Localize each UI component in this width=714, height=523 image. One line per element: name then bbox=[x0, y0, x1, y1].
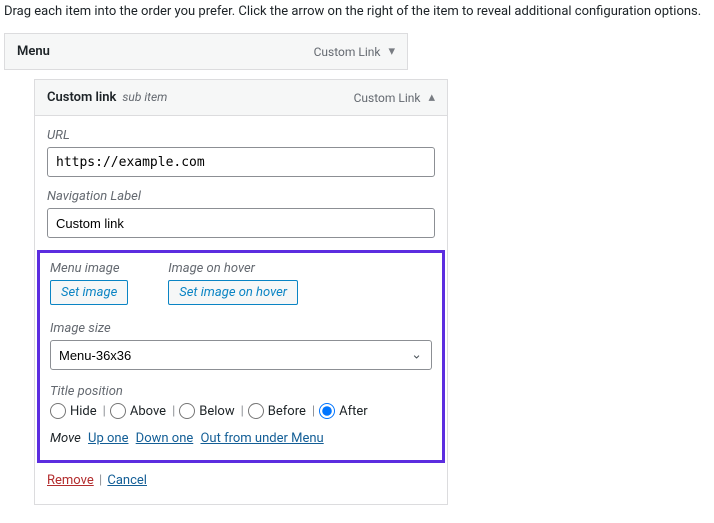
hover-image-label: Image on hover bbox=[168, 261, 298, 276]
radio-before[interactable] bbox=[248, 403, 264, 419]
parent-title: Menu bbox=[17, 44, 314, 59]
move-line: Move Up one Down one Out from under Menu bbox=[50, 431, 432, 446]
move-out-link[interactable]: Out from under Menu bbox=[200, 431, 323, 446]
chevron-down-icon[interactable]: ▾ bbox=[388, 44, 395, 59]
image-size-label: Image size bbox=[50, 321, 432, 336]
nav-label-input[interactable] bbox=[47, 208, 435, 238]
child-subtitle: sub item bbox=[122, 90, 167, 104]
image-size-select[interactable]: Menu-36x36 bbox=[50, 340, 432, 370]
url-input[interactable] bbox=[47, 147, 435, 177]
instructions-text: Drag each item into the order you prefer… bbox=[4, 4, 710, 19]
radio-below[interactable] bbox=[179, 403, 195, 419]
remove-link[interactable]: Remove bbox=[47, 473, 94, 488]
menu-item-child: Custom linksub item Custom Link ▴ URL Na… bbox=[34, 79, 448, 505]
separator: | bbox=[99, 473, 102, 488]
title-position-label: Title position bbox=[50, 384, 432, 399]
move-up-link[interactable]: Up one bbox=[88, 431, 128, 446]
set-hover-image-button[interactable]: Set image on hover bbox=[168, 280, 298, 305]
url-label: URL bbox=[47, 128, 435, 143]
radio-after[interactable] bbox=[319, 403, 335, 419]
title-position-radios: Hide| Above| Below| Before| After bbox=[50, 403, 432, 419]
radio-hide[interactable] bbox=[50, 403, 66, 419]
set-image-button[interactable]: Set image bbox=[50, 280, 128, 305]
menu-image-label: Menu image bbox=[50, 261, 128, 276]
menu-item-parent[interactable]: Menu Custom Link ▾ bbox=[4, 33, 408, 70]
child-title: Custom linksub item bbox=[47, 90, 354, 105]
nav-label-label: Navigation Label bbox=[47, 189, 435, 204]
parent-type: Custom Link bbox=[314, 45, 381, 59]
move-down-link[interactable]: Down one bbox=[136, 431, 194, 446]
cancel-link[interactable]: Cancel bbox=[107, 473, 147, 488]
chevron-up-icon[interactable]: ▴ bbox=[428, 90, 435, 105]
child-header[interactable]: Custom linksub item Custom Link ▴ bbox=[35, 80, 447, 116]
radio-above[interactable] bbox=[110, 403, 126, 419]
child-type: Custom Link bbox=[354, 91, 421, 105]
menu-image-settings: Menu image Set image Image on hover Set … bbox=[37, 250, 445, 463]
